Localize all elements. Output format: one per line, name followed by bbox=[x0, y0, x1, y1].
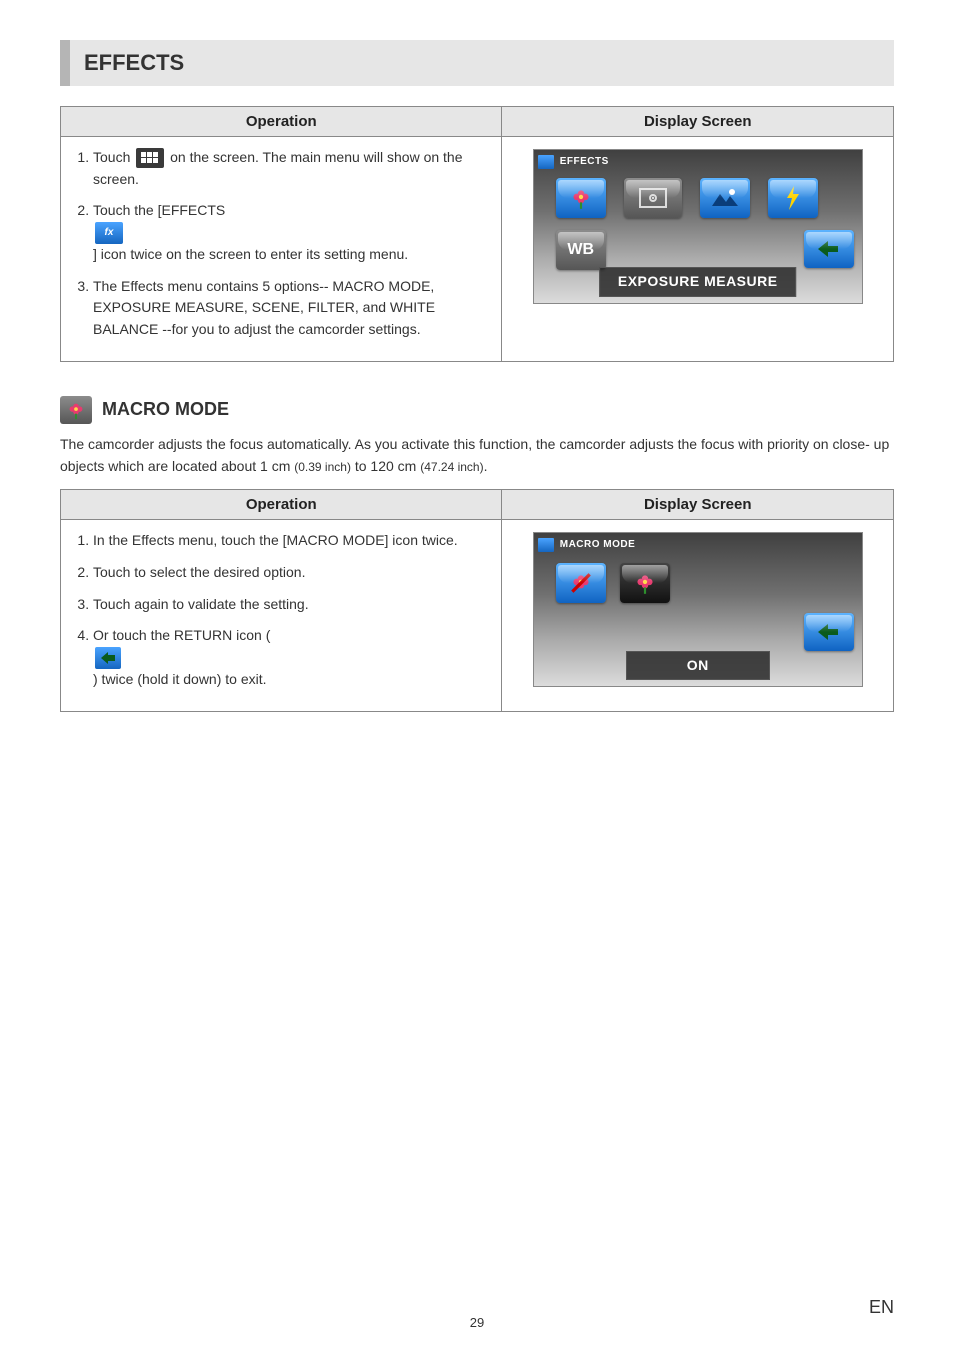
effects-display-cell: EFFECTS bbox=[502, 137, 894, 362]
screen-title-icon bbox=[538, 155, 554, 169]
macro-operation-cell: In the Effects menu, touch the [MACRO MO… bbox=[61, 520, 502, 711]
scene-icon[interactable] bbox=[700, 178, 750, 218]
exposure-measure-icon[interactable] bbox=[624, 178, 682, 218]
effects-step-3: The Effects menu contains 5 options-- MA… bbox=[93, 276, 491, 341]
menu-grid-icon bbox=[136, 148, 164, 168]
exposure-measure-label: EXPOSURE MEASURE bbox=[599, 267, 797, 297]
col-display: Display Screen bbox=[502, 107, 894, 137]
macro-heading: MACRO MODE bbox=[102, 399, 229, 420]
filter-icon[interactable] bbox=[768, 178, 818, 218]
col-display-2: Display Screen bbox=[502, 490, 894, 520]
macro-mode-icon[interactable] bbox=[556, 178, 606, 218]
col-operation: Operation bbox=[61, 107, 502, 137]
macro-intro: The camcorder adjusts the focus automati… bbox=[60, 434, 894, 477]
col-operation-2: Operation bbox=[61, 490, 502, 520]
effects-table: Operation Display Screen Touch on t bbox=[60, 106, 894, 362]
page-number: 29 bbox=[0, 1315, 954, 1330]
return-icon-2[interactable] bbox=[804, 613, 854, 651]
macro-option-on[interactable] bbox=[620, 563, 670, 603]
macro-step-4: Or touch the RETURN icon ( ) twice (hold… bbox=[93, 625, 491, 690]
macro-display-cell: MACRO MODE ON bbox=[502, 520, 894, 711]
screen-title-icon-2 bbox=[538, 538, 554, 552]
effects-screen: EFFECTS bbox=[533, 149, 863, 304]
effects-step-1: Touch on the screen. The main menu will … bbox=[93, 147, 491, 190]
effects-fx-icon: fx bbox=[95, 222, 123, 244]
macro-section-header: MACRO MODE bbox=[60, 396, 894, 424]
macro-option-off[interactable] bbox=[556, 563, 606, 603]
effects-step-2: Touch the [EFFECTS fx ] icon twice on th… bbox=[93, 200, 491, 265]
macro-on-label: ON bbox=[626, 651, 770, 681]
return-icon[interactable] bbox=[804, 230, 854, 268]
return-inline-icon bbox=[95, 647, 121, 669]
screen-title: EFFECTS bbox=[560, 154, 609, 170]
macro-step-1: In the Effects menu, touch the [MACRO MO… bbox=[93, 530, 491, 552]
macro-table: Operation Display Screen In the Effects … bbox=[60, 489, 894, 711]
page-heading: EFFECTS bbox=[60, 40, 894, 86]
white-balance-icon[interactable]: WB bbox=[556, 230, 606, 270]
screen-title-2: MACRO MODE bbox=[560, 537, 636, 553]
macro-step-2: Touch to select the desired option. bbox=[93, 562, 491, 584]
macro-step-3: Touch again to validate the setting. bbox=[93, 594, 491, 616]
effects-operation-cell: Touch on the screen. The main menu will … bbox=[61, 137, 502, 362]
macro-header-icon bbox=[60, 396, 92, 424]
macro-screen: MACRO MODE ON bbox=[533, 532, 863, 687]
